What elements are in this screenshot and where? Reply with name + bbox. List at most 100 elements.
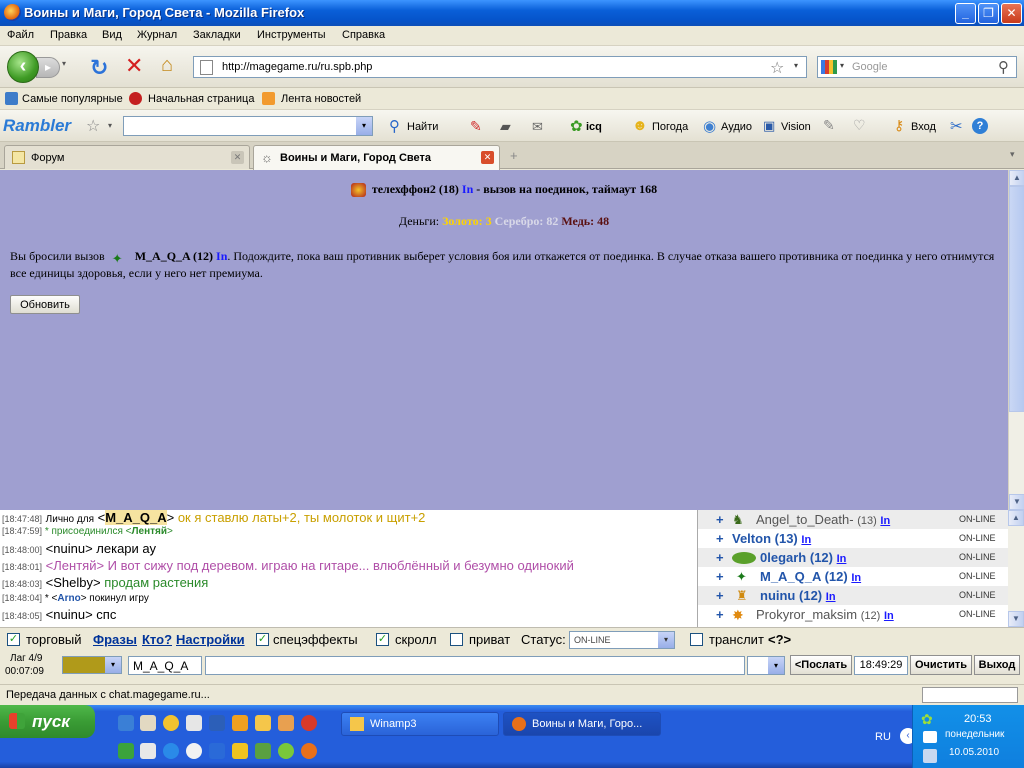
login-button[interactable]: Вход xyxy=(911,121,936,133)
opponent-name[interactable]: телехффон2 (18) xyxy=(372,182,459,196)
mail-icon[interactable]: ✉ xyxy=(532,119,543,135)
app-icon[interactable] xyxy=(118,743,134,759)
rambler-search-input[interactable]: ▾ xyxy=(123,116,373,136)
ie-icon[interactable] xyxy=(163,743,179,759)
users-scrollbar[interactable]: ▲ ▼ xyxy=(1008,510,1024,627)
translit-help-link[interactable]: <?> xyxy=(768,632,791,647)
user-info-link[interactable]: In xyxy=(851,572,861,584)
content-scrollbar[interactable]: ▲ ▼ xyxy=(1008,170,1024,510)
settings-icon[interactable]: ✂ xyxy=(950,117,963,135)
search-icon[interactable]: ⚲ xyxy=(998,58,1009,76)
user-info-link[interactable]: In xyxy=(884,610,894,622)
effects-checkbox[interactable]: ✓ xyxy=(256,633,269,646)
word-icon[interactable] xyxy=(209,715,225,731)
menu-tools[interactable]: Инструменты xyxy=(257,29,326,41)
bookmark-popular[interactable]: Самые популярные xyxy=(22,93,123,105)
notepad-icon[interactable] xyxy=(140,743,156,759)
exit-button[interactable]: Выход xyxy=(974,655,1020,675)
add-user-icon[interactable]: + xyxy=(716,588,724,603)
vision-button[interactable]: Vision xyxy=(781,121,811,133)
app-icon[interactable] xyxy=(232,715,248,731)
user-info-link[interactable]: In xyxy=(837,553,847,565)
user-row[interactable]: + 0legarh (12) In ON-LINE xyxy=(698,548,1008,567)
rambler-find-button[interactable]: Найти xyxy=(407,121,438,133)
user-info-link[interactable]: In xyxy=(826,591,836,603)
language-indicator[interactable]: RU xyxy=(875,731,891,743)
heart-icon[interactable]: ♡ xyxy=(853,117,866,134)
icq-tray-icon[interactable]: ✿ xyxy=(921,711,933,728)
home-icon[interactable]: ⌂ xyxy=(161,54,173,77)
add-user-icon[interactable]: + xyxy=(716,512,724,527)
volume-icon[interactable] xyxy=(923,731,937,743)
minimize-button[interactable]: _ xyxy=(955,3,976,24)
bookmark-news[interactable]: Лента новостей xyxy=(281,93,361,105)
network-tray-icon[interactable] xyxy=(923,749,937,763)
user-row[interactable]: + ✸ Prokyror_maksim (12) In ON-LINE xyxy=(698,605,1008,624)
chat-user[interactable]: nuinu xyxy=(53,607,85,622)
media-icon[interactable] xyxy=(163,715,179,731)
chevron-down-icon[interactable]: ▾ xyxy=(658,632,674,648)
icq-tray-icon[interactable] xyxy=(278,743,294,759)
user-row[interactable]: + ♞ Angel_to_Death- (13) In ON-LINE xyxy=(698,510,1008,529)
tab-close-icon[interactable]: ✕ xyxy=(231,151,244,164)
forward-button[interactable]: ▸ xyxy=(36,57,60,78)
task-winamp[interactable]: Winamp3 xyxy=(341,712,499,736)
chat-user[interactable]: nuinu xyxy=(53,541,85,556)
user-row[interactable]: + Velton (13) In ON-LINE xyxy=(698,529,1008,548)
eraser-icon[interactable]: ▰ xyxy=(500,118,511,135)
message-input[interactable] xyxy=(205,656,745,675)
add-user-icon[interactable]: + xyxy=(716,569,724,584)
scroll-up-icon[interactable]: ▲ xyxy=(1009,170,1024,186)
recipient-field[interactable]: M_A_Q_A xyxy=(128,656,202,675)
app-icon[interactable] xyxy=(186,715,202,731)
user-row[interactable]: + ♜ nuinu (12) In ON-LINE xyxy=(698,586,1008,605)
user-info-link[interactable]: In xyxy=(880,515,890,527)
url-dropdown-icon[interactable]: ▾ xyxy=(794,61,798,70)
audio-button[interactable]: Аудио xyxy=(721,121,752,133)
icq-button[interactable]: icq xyxy=(586,121,602,133)
chat-user[interactable]: Shelby xyxy=(53,575,93,590)
refresh-button[interactable]: Обновить xyxy=(10,295,80,314)
start-button[interactable]: пуск xyxy=(0,705,95,738)
new-tab-icon[interactable]: + xyxy=(510,148,518,163)
scroll-thumb[interactable] xyxy=(1009,186,1024,412)
menu-help[interactable]: Справка xyxy=(342,29,385,41)
google-icon[interactable] xyxy=(821,60,837,74)
favorites-star-icon[interactable]: ☆ xyxy=(86,116,100,136)
chat-user[interactable]: Лентяй xyxy=(131,526,167,537)
menu-edit[interactable]: Правка xyxy=(50,29,87,41)
rambler-logo[interactable]: Rambler xyxy=(3,116,71,136)
search-box[interactable]: ▾ Google ⚲ xyxy=(817,56,1017,78)
app-icon[interactable] xyxy=(186,743,202,759)
network-icon[interactable] xyxy=(209,743,225,759)
chat-user[interactable]: Arno xyxy=(57,593,80,604)
settings-link[interactable]: Настройки xyxy=(176,632,245,647)
history-dropdown-icon[interactable]: ▾ xyxy=(62,59,70,73)
challenged-info-link[interactable]: In xyxy=(216,249,227,263)
menu-view[interactable]: Вид xyxy=(102,29,122,41)
tab-forum[interactable]: Форум ✕ xyxy=(4,145,250,169)
tab-close-icon[interactable]: ✕ xyxy=(481,151,494,164)
menu-history[interactable]: Журнал xyxy=(137,29,177,41)
app-icon[interactable] xyxy=(232,743,248,759)
status-select[interactable]: ON-LINE ▾ xyxy=(569,631,675,649)
user-row[interactable]: + ✦ M_A_Q_A (12) In ON-LINE xyxy=(698,567,1008,586)
tools-icon[interactable]: ✎ xyxy=(823,117,835,134)
task-firefox[interactable]: Воины и Маги, Горо... xyxy=(503,712,661,736)
tab-game[interactable]: ☼ Воины и Маги, Город Света ✕ xyxy=(253,145,500,170)
computer-icon[interactable] xyxy=(140,715,156,731)
send-button[interactable]: <Послать xyxy=(790,655,852,675)
scroll-down-icon[interactable]: ▼ xyxy=(1009,494,1024,510)
menu-bookmarks[interactable]: Закладки xyxy=(193,29,241,41)
color-select[interactable]: ▾ xyxy=(62,656,122,674)
opera-icon[interactable] xyxy=(301,715,317,731)
chevron-down-icon[interactable]: ▾ xyxy=(105,657,121,673)
close-button[interactable]: ✕ xyxy=(1001,3,1022,24)
scroll-up-icon[interactable]: ▲ xyxy=(1008,510,1024,526)
stop-icon[interactable]: ✕ xyxy=(125,53,143,79)
firefox-icon[interactable] xyxy=(301,743,317,759)
who-link[interactable]: Кто? xyxy=(142,632,172,647)
add-user-icon[interactable]: + xyxy=(716,607,724,622)
help-icon[interactable]: ? xyxy=(972,118,988,134)
star-icon[interactable]: ☆ xyxy=(770,58,784,78)
